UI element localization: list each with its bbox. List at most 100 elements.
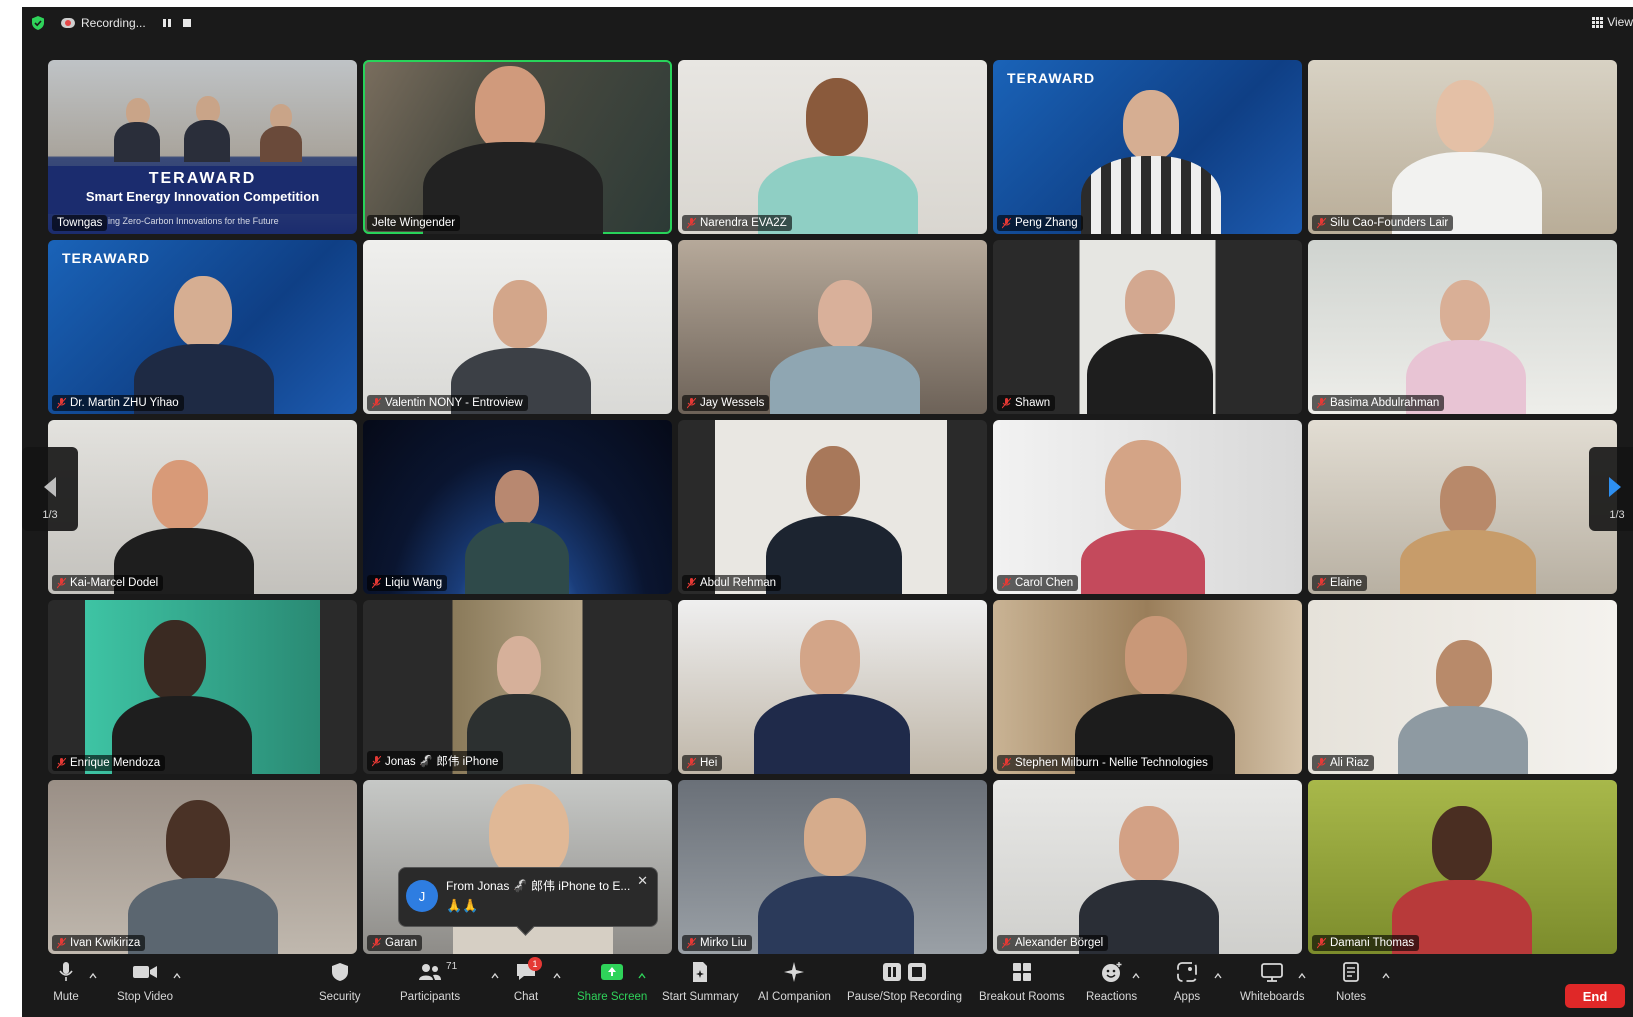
participant-name: Valentin NONY - Entroview bbox=[385, 397, 523, 409]
participant-name: Jelte Wingender bbox=[372, 217, 456, 229]
video-tile[interactable]: Ivan Kwikiriza bbox=[48, 780, 357, 954]
video-tile[interactable]: Ali Riaz bbox=[1308, 600, 1617, 774]
mute-button[interactable]: Mute bbox=[52, 959, 80, 1003]
participant-name: Garan bbox=[385, 937, 417, 949]
end-meeting-button[interactable]: End bbox=[1565, 984, 1625, 1008]
video-tile[interactable]: Jay Wessels bbox=[678, 240, 987, 414]
breakout-rooms-button[interactable]: Breakout Rooms bbox=[979, 959, 1065, 1003]
participant-figure bbox=[495, 470, 539, 526]
participants-label: Participants bbox=[400, 991, 461, 1003]
close-icon[interactable]: ✕ bbox=[637, 873, 648, 889]
video-tile[interactable]: TERAWARD Peng Zhang bbox=[993, 60, 1302, 234]
video-tile[interactable]: Hei bbox=[678, 600, 987, 774]
video-tile[interactable]: TERAWARD Smart Energy Innovation Competi… bbox=[48, 60, 357, 234]
share-options-caret[interactable] bbox=[638, 967, 646, 979]
participant-name-label: Jay Wessels bbox=[682, 395, 770, 411]
video-tile[interactable]: Stephen Milburn - Nellie Technologies bbox=[993, 600, 1302, 774]
participant-figure bbox=[475, 66, 545, 152]
participant-figure bbox=[1440, 280, 1490, 344]
muted-mic-icon bbox=[687, 757, 696, 768]
apps-options-caret[interactable] bbox=[1214, 967, 1222, 979]
participant-name-label: Peng Zhang bbox=[997, 215, 1083, 231]
video-tile[interactable]: Shawn bbox=[993, 240, 1302, 414]
video-tile[interactable]: Enrique Mendoza bbox=[48, 600, 357, 774]
start-summary-button[interactable]: Start Summary bbox=[662, 959, 739, 1003]
video-tile-active-speaker[interactable]: Jelte Wingender bbox=[363, 60, 672, 234]
participant-name: Liqiu Wang bbox=[385, 577, 443, 589]
breakout-rooms-label: Breakout Rooms bbox=[979, 991, 1065, 1003]
stop-recording-icon[interactable] bbox=[180, 16, 194, 30]
participant-figure bbox=[493, 280, 547, 348]
notes-button[interactable]: Notes bbox=[1336, 959, 1366, 1003]
stop-video-button[interactable]: Stop Video bbox=[117, 959, 173, 1003]
whiteboards-button[interactable]: Whiteboards bbox=[1240, 959, 1305, 1003]
recording-indicator[interactable]: Recording... bbox=[61, 16, 146, 30]
participant-figure bbox=[806, 78, 868, 156]
participant-name-label: Liqiu Wang bbox=[367, 575, 448, 591]
share-screen-button[interactable]: Share Screen bbox=[577, 959, 647, 1003]
teraward-logo: TERAWARD bbox=[62, 250, 151, 266]
participant-figure bbox=[114, 122, 160, 162]
video-tile[interactable]: Carol Chen bbox=[993, 420, 1302, 594]
muted-mic-icon bbox=[57, 937, 66, 948]
view-button[interactable]: View bbox=[1592, 15, 1633, 29]
participant-figure bbox=[489, 784, 569, 880]
chat-notification-toast[interactable]: J From Jonas 🦨 郎伟 iPhone to E... 🙏🙏 ✕ bbox=[398, 867, 658, 936]
video-tile[interactable]: Basima Abdulrahman bbox=[1308, 240, 1617, 414]
whiteboards-options-caret[interactable] bbox=[1298, 967, 1306, 979]
chat-options-caret[interactable] bbox=[553, 967, 561, 979]
video-tile[interactable]: Abdul Rehman bbox=[678, 420, 987, 594]
chevron-right-icon bbox=[1609, 477, 1621, 497]
teraward-logo: TERAWARD bbox=[1007, 70, 1096, 86]
pause-recording-icon[interactable] bbox=[160, 16, 174, 30]
video-tile[interactable]: TERAWARD Dr. Martin ZHU Yihao bbox=[48, 240, 357, 414]
video-tile[interactable]: Elaine bbox=[1308, 420, 1617, 594]
apps-label: Apps bbox=[1173, 991, 1201, 1003]
video-options-caret[interactable] bbox=[173, 967, 181, 979]
reactions-button[interactable]: Reactions bbox=[1086, 959, 1137, 1003]
apps-button[interactable]: Apps bbox=[1173, 959, 1201, 1003]
participant-figure bbox=[1119, 806, 1179, 882]
chat-unread-badge: 1 bbox=[528, 957, 542, 971]
notes-options-caret[interactable] bbox=[1382, 967, 1390, 979]
participants-button[interactable]: 71 Participants bbox=[400, 959, 460, 1003]
video-tile[interactable]: Mirko Liu bbox=[678, 780, 987, 954]
apps-icon bbox=[1177, 962, 1197, 982]
participants-options-caret[interactable] bbox=[491, 967, 499, 979]
muted-mic-icon bbox=[372, 577, 381, 588]
mute-options-caret[interactable] bbox=[89, 967, 97, 979]
participant-figure bbox=[497, 636, 541, 696]
video-tile[interactable]: Liqiu Wang bbox=[363, 420, 672, 594]
notes-label: Notes bbox=[1336, 991, 1367, 1003]
video-tile[interactable]: Jonas 🦨 郎伟 iPhone bbox=[363, 600, 672, 774]
pause-stop-recording-button[interactable]: Pause/Stop Recording bbox=[847, 959, 962, 1003]
participant-name-label: Carol Chen bbox=[997, 575, 1079, 591]
participant-figure bbox=[184, 120, 230, 162]
participant-name-label: Ivan Kwikiriza bbox=[52, 935, 146, 951]
video-tile[interactable]: Valentin NONY - Entroview bbox=[363, 240, 672, 414]
previous-page-button[interactable]: 1/3 bbox=[22, 447, 78, 531]
participant-name-label: Shawn bbox=[997, 395, 1056, 411]
toast-message: 🙏🙏 bbox=[446, 898, 479, 913]
muted-mic-icon bbox=[1002, 577, 1011, 588]
chat-button[interactable]: 1 Chat bbox=[512, 957, 542, 1003]
reactions-options-caret[interactable] bbox=[1132, 967, 1140, 979]
video-tile[interactable]: Narendra EVA2Z bbox=[678, 60, 987, 234]
video-tile[interactable]: Alexander Börgel bbox=[993, 780, 1302, 954]
participant-figure bbox=[800, 620, 860, 696]
encryption-shield-icon[interactable] bbox=[31, 16, 45, 30]
participant-figure bbox=[1400, 530, 1536, 594]
video-tile[interactable]: Kai-Marcel Dodel bbox=[48, 420, 357, 594]
participant-name-label: Basima Abdulrahman bbox=[1312, 395, 1445, 411]
participants-count: 71 bbox=[446, 961, 458, 972]
video-tile[interactable]: Silu Cao-Founders Lair bbox=[1308, 60, 1617, 234]
next-page-button[interactable]: 1/3 bbox=[1589, 447, 1633, 531]
page-indicator-left: 1/3 bbox=[42, 509, 58, 521]
microphone-icon bbox=[59, 962, 73, 981]
ai-companion-button[interactable]: AI Companion bbox=[758, 959, 831, 1003]
zoom-meeting-window: Recording... View TERAWARD Smart Energy … bbox=[22, 7, 1633, 1017]
security-button[interactable]: Security bbox=[319, 959, 361, 1003]
participant-name: Towngas bbox=[57, 217, 103, 229]
participant-name-label: Valentin NONY - Entroview bbox=[367, 395, 528, 411]
video-tile[interactable]: Damani Thomas bbox=[1308, 780, 1617, 954]
